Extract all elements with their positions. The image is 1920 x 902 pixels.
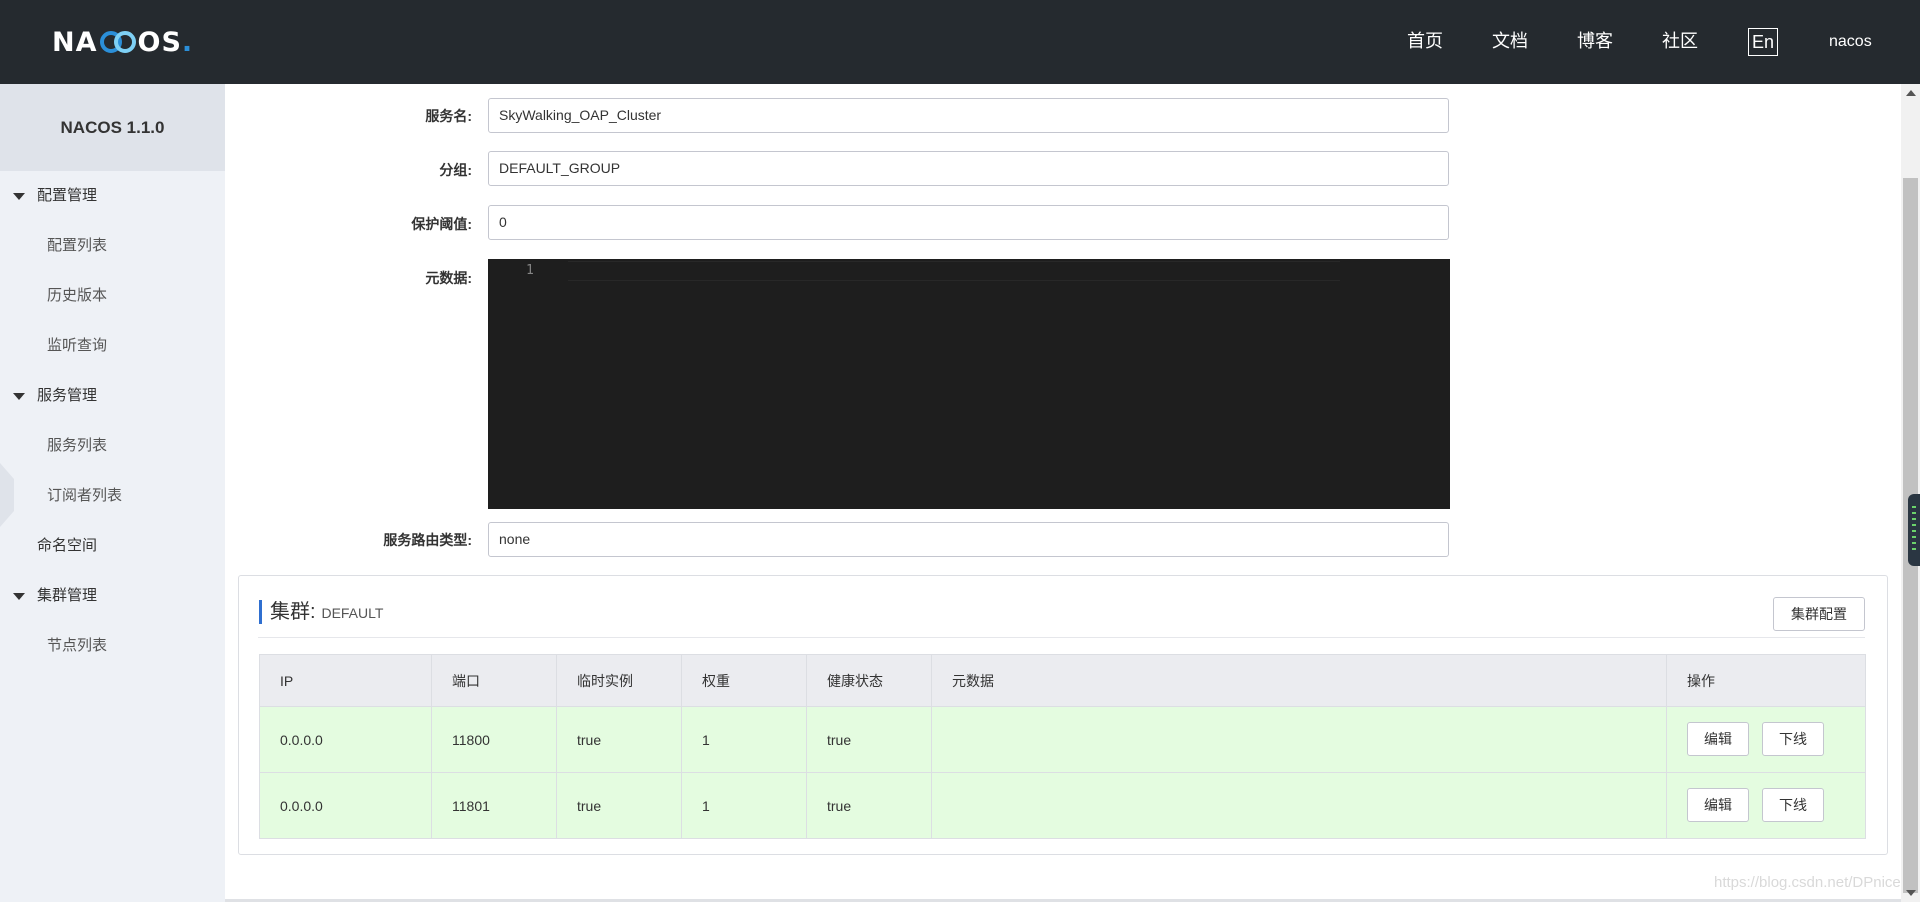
language-toggle[interactable]: En [1748,28,1778,56]
col-port: 端口 [431,654,557,707]
edit-button[interactable]: 编辑 [1687,722,1749,756]
instance-table: IP 端口 临时实例 权重 健康状态 元数据 操作 0.0.0.0 11800 … [259,654,1866,839]
col-ip: IP [259,654,432,707]
metadata-editor[interactable]: 1 [488,259,1450,509]
divider [258,637,1865,638]
sidebar-item-history[interactable]: 历史版本 [0,271,225,321]
threshold-field[interactable]: 0 [488,205,1449,240]
cluster-config-button[interactable]: 集群配置 [1773,597,1865,631]
sidebar-group-config[interactable]: 配置管理 [0,171,225,221]
user-name[interactable]: nacos [1829,0,1872,84]
sidebar-item-subscribers[interactable]: 订阅者列表 [0,471,225,521]
cluster-title-label: 集群: [270,601,316,623]
scroll-down-icon[interactable] [1906,890,1916,896]
sidebar-group-label: 服务管理 [37,387,98,404]
cell-metadata [931,772,1667,839]
cluster-name: DEFAULT [321,605,384,621]
sidebar-group-cluster[interactable]: 集群管理 [0,571,225,621]
caret-down-icon [13,193,25,200]
cell-ephemeral: true [556,772,682,839]
cluster-title: 集群: DEFAULT [259,600,383,624]
cell-ephemeral: true [556,706,682,773]
route-type-field[interactable]: none [488,522,1449,557]
service-name-field[interactable]: SkyWalking_OAP_Cluster [488,98,1449,133]
sidebar: NACOS 1.1.0 配置管理 配置列表 历史版本 监听查询 服务管理 服务列… [0,84,225,902]
watermark: https://blog.csdn.net/DPnice [1714,874,1901,891]
cell-actions: 编辑 下线 [1666,772,1866,839]
table-row: 0.0.0.0 11800 true 1 true 编辑 下线 [259,706,1866,773]
col-weight: 权重 [681,654,807,707]
col-actions: 操作 [1666,654,1866,707]
sidebar-group-label: 配置管理 [37,187,98,204]
caret-down-icon [13,593,25,600]
nacos-logo[interactable]: NA OS. [52,27,193,58]
cell-healthy: true [806,706,932,773]
sidebar-group-service[interactable]: 服务管理 [0,371,225,421]
vertical-scrollbar[interactable] [1901,84,1920,902]
threshold-label: 保护阈值: [411,216,472,232]
nav-docs[interactable]: 文档 [1492,0,1528,84]
sidebar-item-config-list[interactable]: 配置列表 [0,221,225,271]
sidebar-title: NACOS 1.1.0 [0,84,225,171]
route-type-label: 服务路由类型: [383,532,472,548]
offline-button[interactable]: 下线 [1762,788,1824,822]
sidebar-item-namespace[interactable]: 命名空间 [0,521,225,571]
service-name-label: 服务名: [425,108,472,124]
current-line-highlight [568,261,1340,281]
cell-weight: 1 [681,706,807,773]
edit-button[interactable]: 编辑 [1687,788,1749,822]
col-healthy: 健康状态 [806,654,932,707]
sidebar-group-label: 集群管理 [37,587,98,604]
scroll-up-icon[interactable] [1906,90,1916,96]
col-metadata: 元数据 [931,654,1667,707]
group-field[interactable]: DEFAULT_GROUP [488,151,1449,186]
table-header-row: IP 端口 临时实例 权重 健康状态 元数据 操作 [259,654,1866,707]
cell-metadata [931,706,1667,773]
nav-home[interactable]: 首页 [1407,0,1443,84]
caret-down-icon [13,393,25,400]
nav-blog[interactable]: 博客 [1577,0,1613,84]
top-navbar: NA OS. 首页 文档 博客 社区 En nacos [0,0,1920,84]
sidebar-item-service-list[interactable]: 服务列表 [0,421,225,471]
metadata-label: 元数据: [425,270,472,286]
sidebar-item-nodes[interactable]: 节点列表 [0,621,225,671]
group-label: 分组: [439,162,472,178]
cell-weight: 1 [681,772,807,839]
cell-ip: 0.0.0.0 [259,772,432,839]
sidebar-item-listener[interactable]: 监听查询 [0,321,225,371]
table-row: 0.0.0.0 11801 true 1 true 编辑 下线 [259,772,1866,839]
cell-ip: 0.0.0.0 [259,706,432,773]
offline-button[interactable]: 下线 [1762,722,1824,756]
cell-port: 11801 [431,772,557,839]
cell-port: 11800 [431,706,557,773]
cell-actions: 编辑 下线 [1666,706,1866,773]
cell-healthy: true [806,772,932,839]
side-widget[interactable] [1908,494,1920,566]
line-number: 1 [526,263,534,278]
col-ephemeral: 临时实例 [556,654,682,707]
nav-community[interactable]: 社区 [1662,0,1698,84]
